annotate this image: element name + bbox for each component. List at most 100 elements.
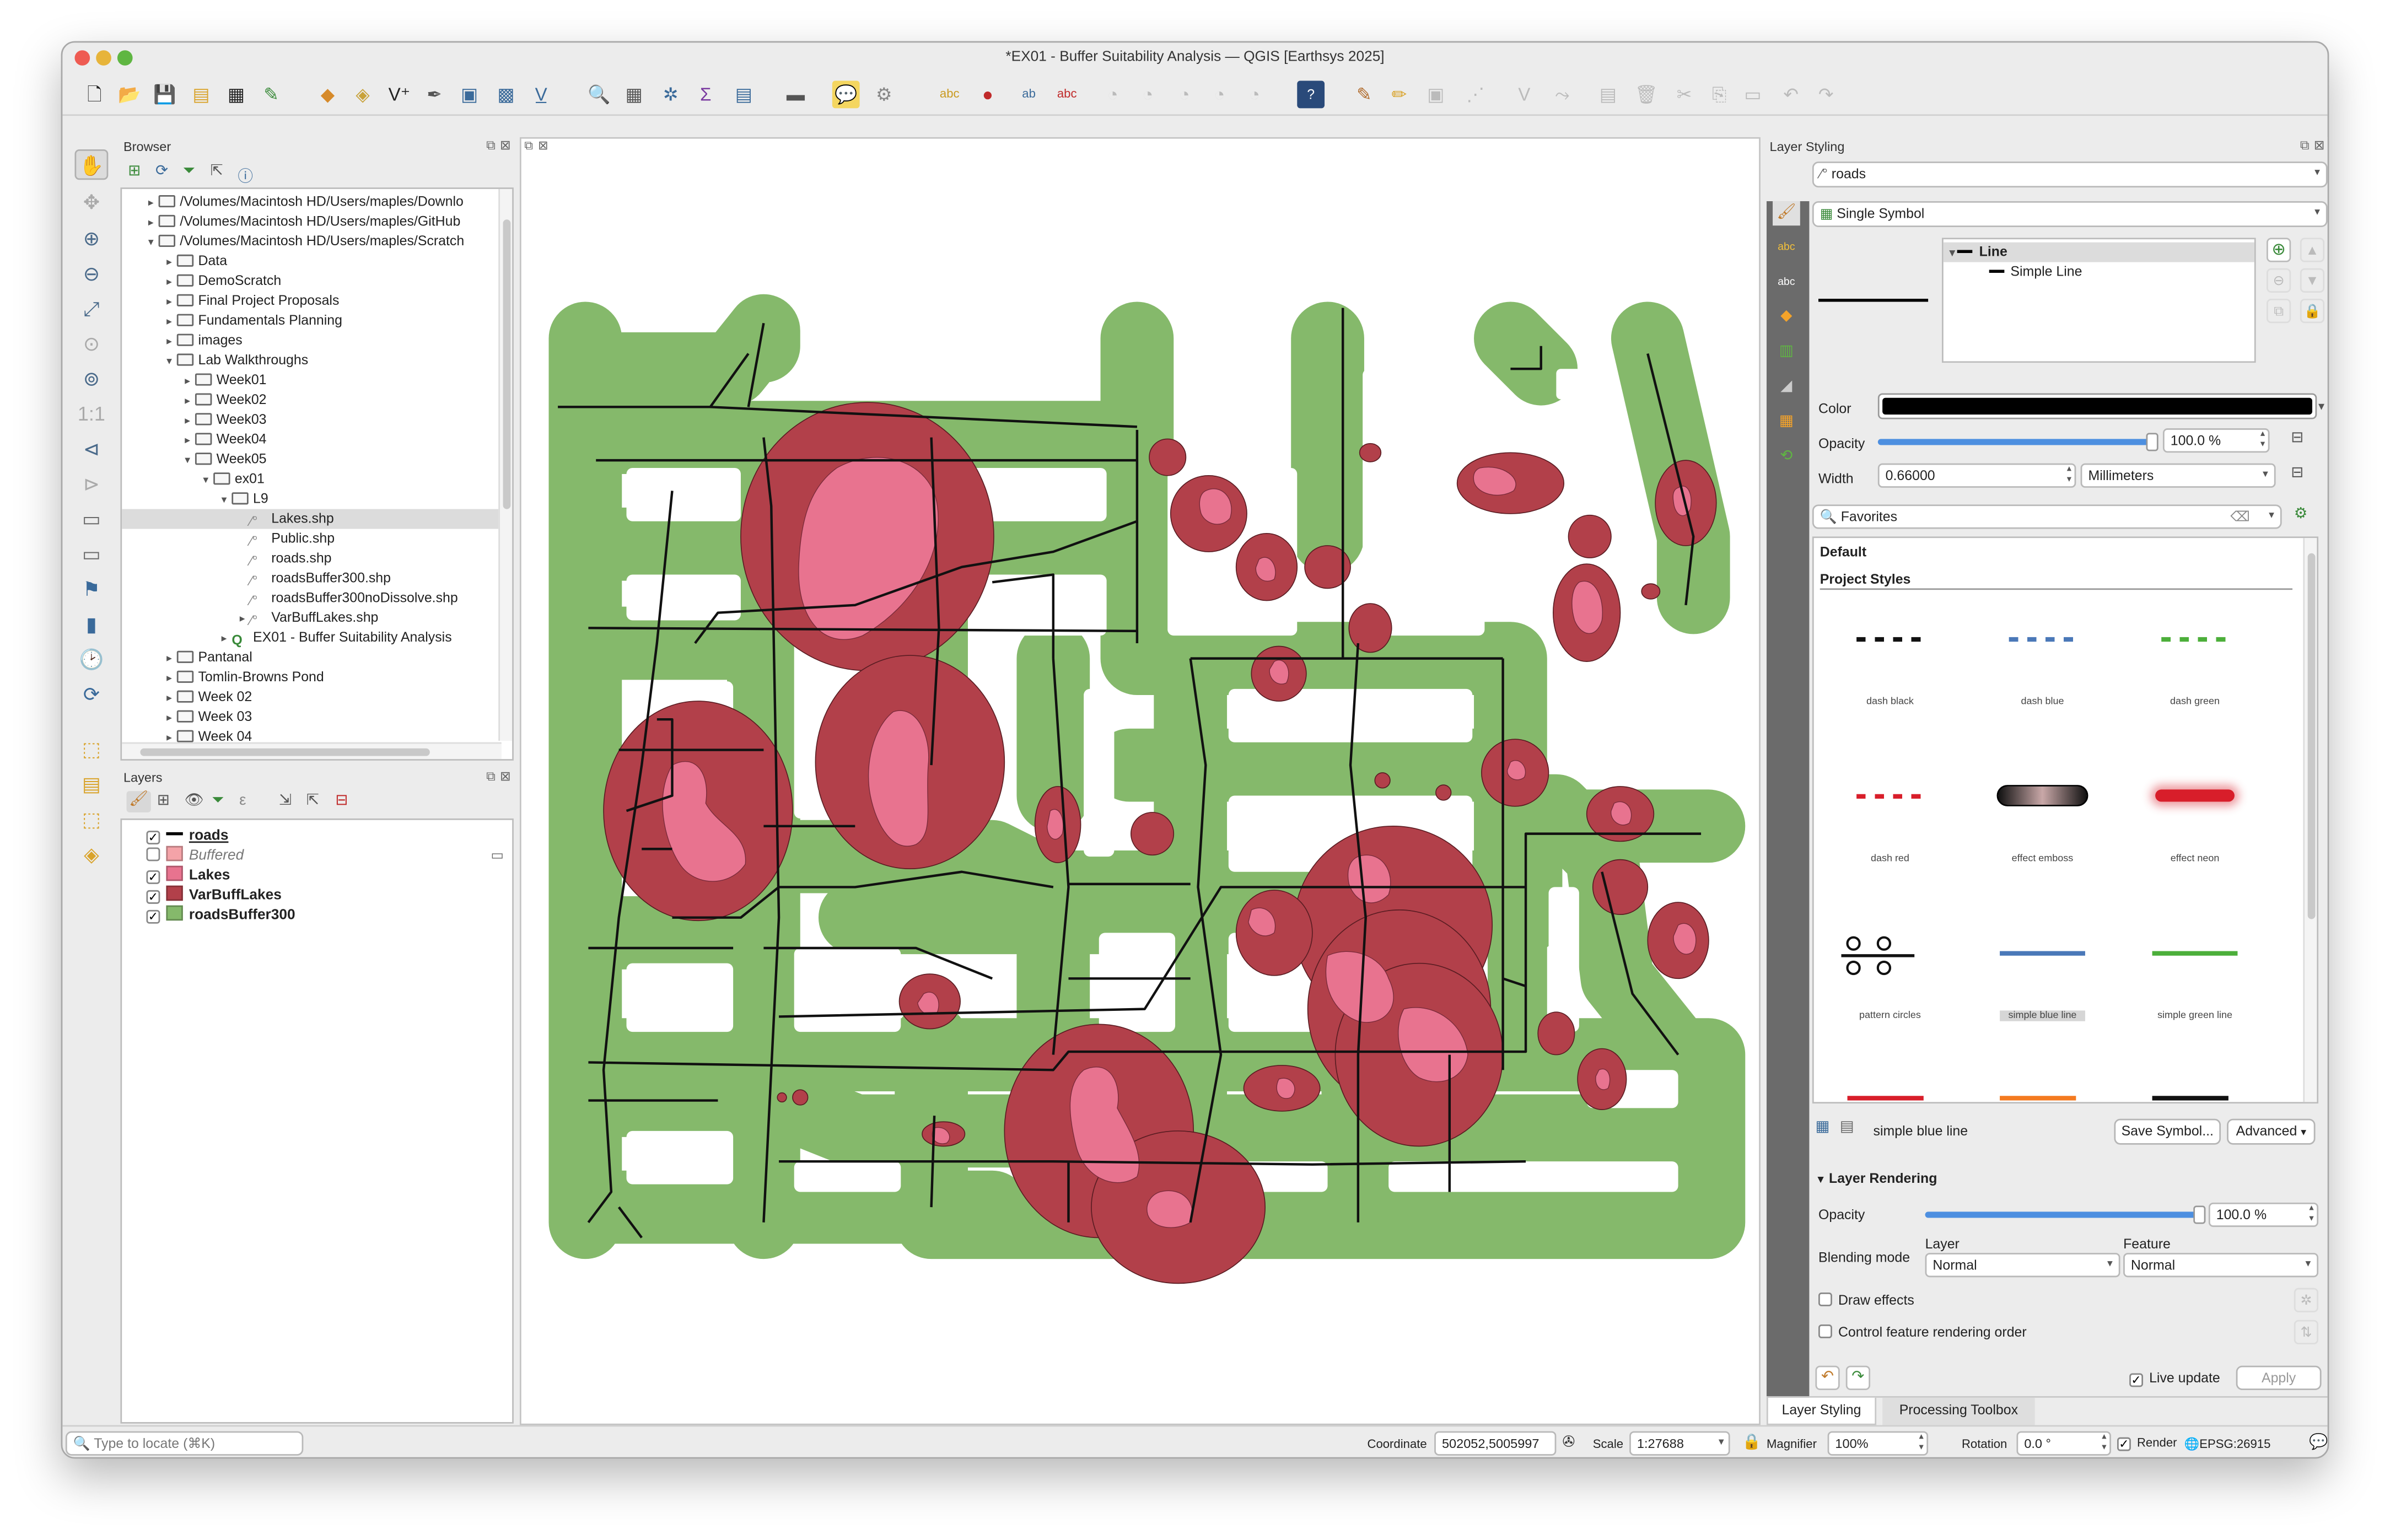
close-window-button[interactable] — [74, 50, 90, 66]
select-by-value-icon[interactable]: ▤ — [74, 768, 108, 799]
map-canvas[interactable]: ⧉ ⊠ — [519, 137, 1761, 1425]
move-down-icon[interactable]: ▼ — [2300, 268, 2325, 293]
map-close-icon[interactable]: ⊠ — [538, 139, 548, 153]
expand-arrow-icon[interactable]: ▸ — [235, 610, 250, 629]
browser-item[interactable]: ▸ Data — [122, 251, 227, 271]
zoom-in-icon[interactable]: ⊕ — [74, 223, 108, 253]
layer-item[interactable]: ✓ roadsBuffer300 — [146, 905, 295, 925]
layer-symbol-swatch[interactable] — [166, 846, 183, 861]
settings-gear-icon[interactable]: ✲ — [657, 81, 685, 109]
browser-horizontal-scrollbar[interactable] — [122, 742, 502, 760]
lock-color-icon[interactable]: 🔒 — [2300, 298, 2325, 324]
collapse-all-layers-icon[interactable]: ⇱ — [306, 793, 319, 809]
add-wms-layer-icon[interactable]: ▩ — [492, 81, 520, 109]
browser-item[interactable]: ⁄° Lakes.shp — [122, 509, 499, 529]
layer-selector[interactable]: ⁄° roads ▾ — [1812, 161, 2328, 188]
rotation-spinbox[interactable]: 0.0 ° ▴ ▾ — [2016, 1431, 2111, 1456]
expand-all-icon[interactable]: ⇲ — [279, 793, 292, 809]
browser-item[interactable]: ▾ ex01 — [122, 470, 264, 489]
map-tips-icon[interactable]: 💬 — [832, 80, 860, 109]
expand-arrow-icon[interactable]: ▸ — [162, 313, 177, 332]
layer-item[interactable]: Buffered — [146, 846, 244, 866]
symbol-effect-neon[interactable]: effect neon — [2125, 753, 2265, 906]
control-rendering-order-checkbox[interactable]: Control feature rendering order — [1818, 1324, 2027, 1340]
duplicate-layer-icon[interactable]: ⧉ — [2267, 298, 2291, 324]
vertex-tool-icon[interactable]: V — [1510, 81, 1538, 109]
data-defined-override-icon[interactable]: ⊟ — [2291, 430, 2303, 446]
icon-view-icon[interactable]: ▦ — [1815, 1119, 1829, 1135]
masks-tab-icon[interactable]: abc — [1773, 270, 1800, 294]
browser-item[interactable]: ▸ Week01 — [122, 370, 266, 390]
diagrams-tab-icon[interactable]: ▥ — [1773, 340, 1800, 364]
locator-search-input[interactable]: 🔍 Type to locate (⌘K) — [65, 1431, 304, 1456]
expand-arrow-icon[interactable]: ▸ — [180, 392, 195, 412]
refresh-icon[interactable]: ⟳ — [74, 679, 108, 709]
edit-attributes-icon[interactable]: ▤ — [1595, 81, 1622, 109]
expand-arrow-icon[interactable]: ▸ — [162, 332, 177, 352]
annotation-5-icon[interactable]: ◔ — [1241, 81, 1268, 109]
symbol-dash-green[interactable]: dash green — [2125, 596, 2265, 749]
expand-arrow-icon[interactable]: ▸ — [162, 709, 177, 729]
symbol-dash-red[interactable]: dash red — [1820, 753, 1960, 906]
expand-arrow-icon[interactable]: ▸ — [162, 649, 177, 669]
paste-features-icon[interactable]: ▭ — [1739, 81, 1767, 109]
zoom-tools-icon[interactable]: ⚙ — [870, 81, 898, 109]
zoom-window-button[interactable] — [117, 50, 133, 66]
scale-selector[interactable]: 1:27688 ▾ — [1629, 1431, 1730, 1456]
select-features-icon[interactable]: ⬚ — [74, 733, 108, 763]
list-view-icon[interactable]: ▤ — [1840, 1119, 1854, 1135]
browser-item[interactable]: ▸ Tomlin-Browns Pond — [122, 667, 324, 687]
layer-blend-selector[interactable]: Normal ▾ — [1925, 1253, 2120, 1278]
expand-arrow-icon[interactable]: ▸ — [162, 669, 177, 689]
add-symbol-layer-icon[interactable]: ⊕ — [2267, 238, 2291, 262]
layer-item[interactable]: ✓ roads — [146, 826, 228, 846]
apply-button[interactable]: Apply — [2236, 1365, 2322, 1390]
annotation-2-icon[interactable]: ◔ — [1134, 81, 1161, 109]
cut-features-icon[interactable]: ✂ — [1671, 81, 1698, 109]
zoom-native-icon[interactable]: 1:1 — [74, 398, 108, 428]
layer-item[interactable]: ✓ Lakes — [146, 865, 230, 886]
layers-panel-float-icon[interactable]: ⧉ — [486, 768, 496, 785]
opacity-spinbox[interactable]: 100.0 % ▴ ▾ — [2162, 428, 2270, 453]
crs-button[interactable]: 🌐EPSG:26915 — [2184, 1437, 2271, 1451]
tab-processing-toolbox[interactable]: Processing Toolbox — [1882, 1397, 2035, 1425]
styling-close-icon[interactable]: ⊠ — [2314, 137, 2325, 154]
label-hide-icon[interactable]: abc — [1053, 81, 1081, 109]
digitize-icon[interactable]: ✒ — [421, 81, 448, 109]
browser-item[interactable]: ▸ Week03 — [122, 410, 266, 430]
browser-item[interactable]: ▸ Week02 — [122, 390, 266, 410]
show-bookmarks-icon[interactable]: ▮ — [74, 608, 108, 638]
layer-symbol-swatch[interactable] — [166, 832, 183, 836]
clear-search-icon[interactable]: ⌫ — [2230, 506, 2249, 527]
add-wfs-layer-icon[interactable]: V̲ — [527, 81, 555, 109]
panel-float-icon[interactable]: ⧉ — [486, 137, 496, 154]
browser-item[interactable]: ▸ Pantanal — [122, 648, 252, 667]
styling-float-icon[interactable]: ⧉ — [2300, 137, 2310, 154]
browser-item[interactable]: ▾ /Volumes/Macintosh HD/Users/maples/Scra… — [122, 231, 464, 251]
width-spinbox[interactable]: 0.66000 ▴ ▾ — [1877, 463, 2076, 488]
new-3d-view-icon[interactable]: ▭ — [74, 538, 108, 568]
add-selected-layers-icon[interactable]: ⊞ — [128, 163, 141, 180]
layer-symbol-swatch[interactable] — [166, 905, 183, 921]
filter-legend-icon[interactable]: ⏷ — [212, 793, 224, 809]
undo-icon[interactable]: ↶ — [1777, 81, 1805, 109]
minimize-window-button[interactable] — [96, 50, 111, 66]
browser-item[interactable]: ▸ DemoScratch — [122, 271, 281, 291]
advanced-button[interactable]: Advanced ▾ — [2227, 1118, 2316, 1145]
expand-arrow-icon[interactable]: ▸ — [143, 193, 159, 213]
layer-visibility-checkbox[interactable]: ✓ — [146, 909, 160, 924]
browser-item[interactable]: ▸ Week 03 — [122, 707, 252, 727]
browser-item[interactable]: ▾ Week05 — [122, 450, 266, 470]
toggle-extents-icon[interactable]: ✇ — [1562, 1434, 1575, 1451]
symbol-dash-blue[interactable]: dash blue — [1972, 596, 2112, 749]
filter-browser-icon[interactable]: ⏷ — [183, 163, 195, 180]
remove-symbol-layer-icon[interactable]: ⊖ — [2267, 268, 2291, 293]
map-float-icon[interactable]: ⧉ — [524, 139, 533, 154]
expand-arrow-icon[interactable]: ▸ — [143, 213, 159, 233]
browser-item[interactable]: ▾ Lab Walkthroughs — [122, 351, 308, 370]
properties-info-icon[interactable]: ⓘ — [238, 163, 253, 186]
add-feature-icon[interactable]: ⋰ — [1462, 81, 1489, 109]
browser-item[interactable]: ▸ Fundamentals Planning — [122, 311, 342, 331]
expand-arrow-icon[interactable]: ▸ — [180, 412, 195, 432]
3d-view-tab-icon[interactable]: ◆ — [1773, 305, 1800, 329]
